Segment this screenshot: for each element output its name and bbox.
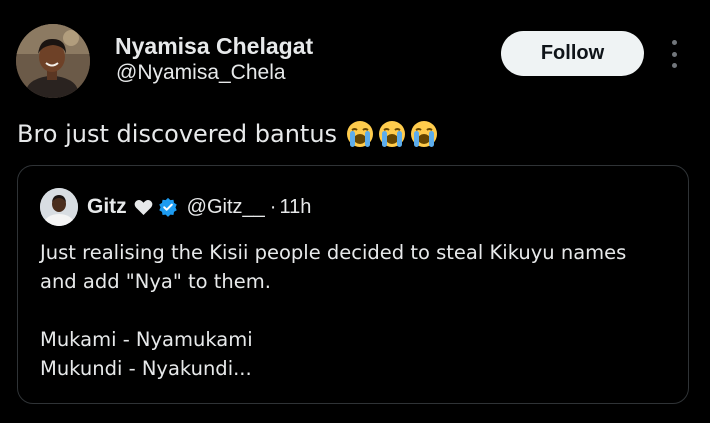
- loudly-crying-face-icon: [347, 121, 374, 147]
- quoted-tweet-line: Mukami - Nyamukami: [40, 328, 253, 351]
- quoted-author-handle[interactable]: @Gitz__: [187, 196, 265, 219]
- verified-badge-icon: [158, 197, 177, 217]
- quoted-tweet-line: Mukundi - Nyakundi...: [40, 357, 252, 380]
- separator-dot: ·: [269, 195, 277, 218]
- author-display-name[interactable]: Nyamisa Chelagat: [115, 32, 313, 60]
- quoted-author-name[interactable]: Gitz: [87, 195, 127, 219]
- quoted-tweet-body: Just realising the Kisii people decided …: [40, 238, 680, 383]
- quoted-tweet-header: Gitz @Gitz__ · 11h: [87, 191, 311, 223]
- more-dot: [671, 63, 677, 68]
- quoted-tweet-card[interactable]: Gitz @Gitz__ · 11h Just realising the Ki…: [17, 165, 689, 404]
- follow-button[interactable]: Follow: [501, 31, 644, 76]
- loudly-crying-face-icon: [379, 121, 406, 147]
- more-dot: [671, 40, 677, 45]
- quoted-tweet-time[interactable]: 11h: [279, 196, 311, 219]
- more-vertical-icon[interactable]: [664, 40, 684, 68]
- author-avatar[interactable]: [16, 24, 90, 98]
- tweet-emojis: [345, 119, 439, 149]
- tweet-body: Bro just discovered bantus: [17, 117, 439, 151]
- quoted-author-avatar[interactable]: [40, 188, 78, 226]
- tweet-text: Bro just discovered bantus: [17, 120, 338, 148]
- more-dot: [671, 51, 677, 57]
- quoted-tweet-line-blank: [40, 296, 680, 325]
- loudly-crying-face-icon: [411, 121, 438, 147]
- quoted-tweet-line: Just realising the Kisii people decided …: [40, 241, 627, 264]
- blue-heart-icon: [134, 199, 153, 215]
- quoted-tweet-line: and add "Nya" to them.: [40, 270, 271, 293]
- author-handle[interactable]: @Nyamisa_Chela: [116, 60, 286, 86]
